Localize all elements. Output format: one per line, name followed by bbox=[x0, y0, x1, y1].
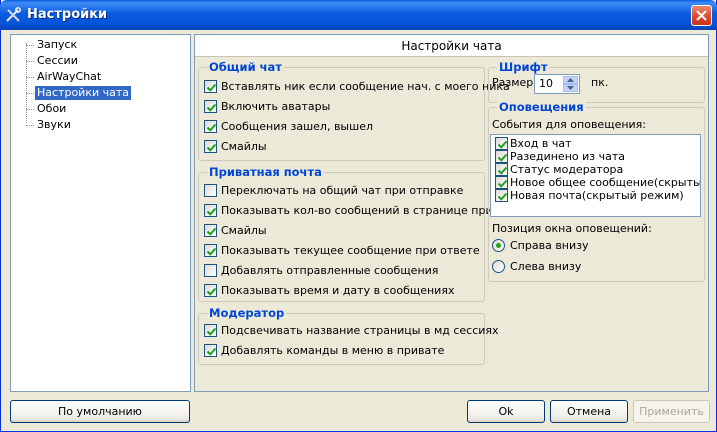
checkbox-label: Показывать время и дату в сообщениях bbox=[221, 284, 455, 297]
checkbox-label: Статус модератора bbox=[510, 163, 624, 176]
tree-item-label: Настройки чата bbox=[35, 86, 132, 100]
events-label: События для оповещения: bbox=[492, 118, 646, 131]
cancel-button[interactable]: Отмена bbox=[550, 400, 628, 423]
checkbox-icon bbox=[204, 344, 217, 357]
tree-item-label: Обои bbox=[37, 102, 67, 115]
checkbox-icon bbox=[204, 224, 217, 237]
title-bar[interactable]: Настройки bbox=[0, 0, 717, 30]
apply-button[interactable]: Применить bbox=[633, 400, 710, 423]
ok-button[interactable]: Ok bbox=[467, 400, 545, 423]
checkbox-label: Переключать на общий чат при отправке bbox=[221, 184, 464, 197]
close-button[interactable] bbox=[691, 5, 712, 26]
checkbox-label: Подсвечивать название страницы в мд сесс… bbox=[221, 324, 499, 337]
checkbox-icon bbox=[204, 204, 217, 217]
checkbox-icon bbox=[204, 324, 217, 337]
checkbox-icon bbox=[204, 264, 217, 277]
tree-item-chat-settings[interactable]: Настройки чата bbox=[26, 85, 176, 101]
radio-icon bbox=[492, 239, 505, 252]
tree-item-sessions[interactable]: Сессии bbox=[26, 53, 176, 69]
spin-down-button[interactable] bbox=[563, 84, 578, 92]
radio-label: Справа внизу bbox=[510, 239, 589, 252]
group-title: Оповещения bbox=[497, 100, 586, 114]
group-title: Приватная почта bbox=[207, 165, 324, 179]
checkbox-label: Добавлять команды в меню в привате bbox=[221, 344, 445, 357]
checkbox-label: Добавлять отправленные сообщения bbox=[221, 264, 439, 277]
checkbox-label: Вход в чат bbox=[510, 137, 572, 150]
events-checklist[interactable]: Вход в чат Разединено из чата Статус мод… bbox=[490, 134, 701, 217]
checkbox-icon bbox=[204, 244, 217, 257]
font-size-unit: пк. bbox=[591, 76, 609, 89]
checkbox-icon bbox=[204, 80, 217, 93]
checkbox-icon bbox=[495, 150, 508, 163]
checkbox-icon bbox=[495, 176, 508, 189]
checkbox-icon bbox=[204, 140, 217, 153]
checkbox-icon bbox=[204, 284, 217, 297]
tree-item-airwaychat[interactable]: AirWayChat bbox=[26, 69, 176, 85]
settings-window: Настройки Запуск Сессии AirWayChat Настр… bbox=[0, 0, 717, 432]
tree-item-label: Сессии bbox=[37, 54, 78, 67]
group-title: Шрифт bbox=[497, 60, 550, 74]
checkbox-label: Смайлы bbox=[221, 224, 267, 237]
checkbox-label: Включить аватары bbox=[221, 100, 331, 113]
close-icon bbox=[696, 10, 707, 21]
font-size-value: 10 bbox=[539, 77, 553, 90]
checkbox-label: Новая почта(скрытый режим) bbox=[510, 189, 684, 202]
checkbox-icon bbox=[495, 163, 508, 176]
radio-label: Слева внизу bbox=[510, 260, 582, 273]
checkbox-icon bbox=[204, 100, 217, 113]
group-title: Общий чат bbox=[207, 60, 284, 74]
tree-item-label: AirWayChat bbox=[37, 70, 102, 83]
checkbox-icon bbox=[204, 184, 217, 197]
defaults-button[interactable]: По умолчанию bbox=[10, 400, 190, 423]
group-title: Модератор bbox=[207, 306, 287, 320]
spinner-buttons bbox=[563, 76, 578, 92]
tree-item-label: Запуск bbox=[37, 38, 78, 51]
position-label: Позиция окна оповещений: bbox=[492, 222, 652, 235]
checkbox-label: Вставлять ник если сообщение нач. с моег… bbox=[221, 80, 510, 93]
checkbox-icon bbox=[204, 120, 217, 133]
font-size-spinner[interactable]: 10 bbox=[534, 74, 580, 94]
spin-up-button[interactable] bbox=[563, 76, 578, 84]
arrow-up-icon bbox=[567, 78, 574, 82]
checkbox-label: Показывать текущее сообщение при ответе bbox=[221, 244, 480, 257]
arrow-down-icon bbox=[567, 86, 574, 90]
checkbox-icon bbox=[495, 137, 508, 150]
tree-item-sounds[interactable]: Звуки bbox=[26, 117, 176, 133]
tree-item-label: Звуки bbox=[37, 118, 71, 131]
checkbox-label: Новое общее сообщение(скрытый ре bbox=[510, 176, 701, 189]
tree-item-wallpapers[interactable]: Обои bbox=[26, 101, 176, 117]
checkbox-label: Показывать кол-во сообщений в странице п… bbox=[221, 204, 503, 217]
radio-icon bbox=[492, 260, 505, 273]
tree-item-startup[interactable]: Запуск bbox=[26, 37, 176, 53]
checkbox-label: Сообщения зашел, вышел bbox=[221, 120, 373, 133]
checkbox-label: Смайлы bbox=[221, 140, 267, 153]
window-title: Настройки bbox=[27, 7, 108, 22]
checkbox-label: Разединено из чата bbox=[510, 150, 626, 163]
tools-icon bbox=[5, 7, 21, 23]
settings-tree[interactable]: Запуск Сессии AirWayChat Настройки чата … bbox=[10, 34, 191, 392]
font-size-label: Размер bbox=[492, 76, 534, 89]
checkbox-icon bbox=[495, 189, 508, 202]
panel-title: Настройки чата bbox=[195, 35, 708, 57]
